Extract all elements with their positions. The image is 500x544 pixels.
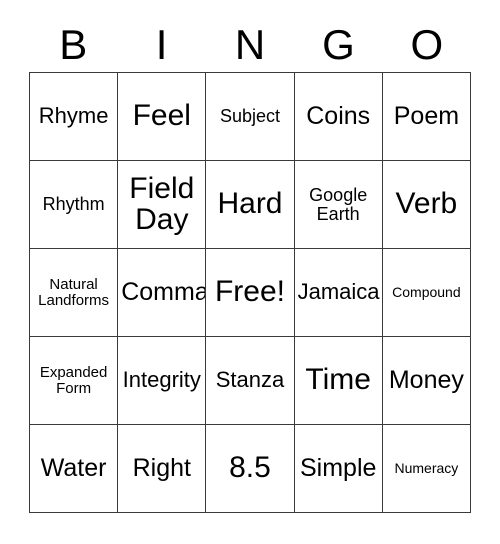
bingo-cell-label: Right (132, 453, 191, 482)
bingo-cell[interactable]: Integrity (118, 337, 207, 425)
bingo-cell-label: Compound (392, 284, 461, 301)
bingo-cell[interactable]: Natural Landforms (30, 249, 119, 337)
bingo-cell[interactable]: Feel (118, 73, 207, 161)
bingo-cell-label: Comma (121, 277, 207, 306)
bingo-cell-label: Free! (214, 275, 285, 309)
bingo-cell-label: Hard (217, 187, 283, 221)
bingo-cell[interactable]: Subject (206, 73, 295, 161)
bingo-cell-free-space[interactable]: Free! (206, 249, 295, 337)
bingo-cell[interactable]: Google Earth (294, 161, 383, 249)
bingo-cell[interactable]: Jamaica (294, 249, 383, 337)
bingo-cell[interactable]: 8.5 (206, 425, 295, 513)
bingo-cell[interactable]: Right (118, 425, 207, 513)
bingo-cell[interactable]: Water (30, 425, 119, 513)
bingo-cell[interactable]: Coins (294, 73, 383, 161)
bingo-cell-label: Stanza (215, 367, 285, 393)
bingo-cell-label: Poem (393, 101, 460, 130)
bingo-cell-label: Subject (219, 106, 281, 127)
bingo-cell-label: Water (40, 453, 107, 482)
bingo-cell-label: Expanded Form (39, 364, 108, 397)
bingo-header-letter-b: B (59, 21, 88, 68)
bingo-cell-label: Numeracy (394, 460, 459, 477)
bingo-cell-label: 8.5 (229, 451, 271, 485)
bingo-cell[interactable]: Rhyme (30, 73, 119, 161)
bingo-cell[interactable]: Expanded Form (30, 337, 119, 425)
bingo-cell[interactable]: Simple (294, 425, 383, 513)
bingo-cell-label: Natural Landforms (38, 276, 110, 309)
bingo-cell[interactable]: Hard (206, 161, 295, 249)
bingo-cell-label: Google Earth (309, 185, 368, 224)
bingo-cell-label: Coins (306, 101, 371, 130)
bingo-cell-label: Integrity (122, 367, 201, 393)
bingo-cell-label: Feel (132, 99, 191, 133)
bingo-cell[interactable]: Verb (382, 161, 471, 249)
bingo-cell[interactable]: Money (382, 337, 471, 425)
bingo-header-letter-n: N (234, 21, 266, 68)
bingo-cell[interactable]: Field Day (118, 161, 207, 249)
bingo-cell-label: Rhythm (42, 194, 105, 215)
bingo-cell[interactable]: Comma (118, 249, 207, 337)
bingo-cell-label: Field Day (129, 171, 195, 236)
bingo-cell[interactable]: Numeracy (382, 425, 471, 513)
bingo-cell[interactable]: Time (294, 337, 383, 425)
bingo-cell-label: Jamaica (297, 279, 380, 305)
bingo-cell-label: Rhyme (38, 103, 109, 129)
bingo-cell-label: Time (305, 363, 371, 397)
bingo-cell[interactable]: Compound (382, 249, 471, 337)
bingo-card: B I N G O Rhyme Feel Subject Coins Poem … (0, 0, 500, 544)
bingo-cell[interactable]: Poem (382, 73, 471, 161)
bingo-header-letter-o: O (410, 21, 444, 68)
bingo-grid: Rhyme Feel Subject Coins Poem Rhythm Fie… (29, 72, 471, 513)
bingo-cell-label: Simple (299, 453, 377, 482)
bingo-cell[interactable]: Stanza (206, 337, 295, 425)
bingo-cell-label: Verb (395, 187, 458, 221)
bingo-header-letter-g: G (322, 21, 355, 68)
bingo-cell-label: Money (388, 365, 464, 394)
bingo-header-letter-i: I (155, 21, 168, 68)
bingo-cell[interactable]: Rhythm (30, 161, 119, 249)
bingo-header-row: B I N G O (29, 18, 471, 72)
